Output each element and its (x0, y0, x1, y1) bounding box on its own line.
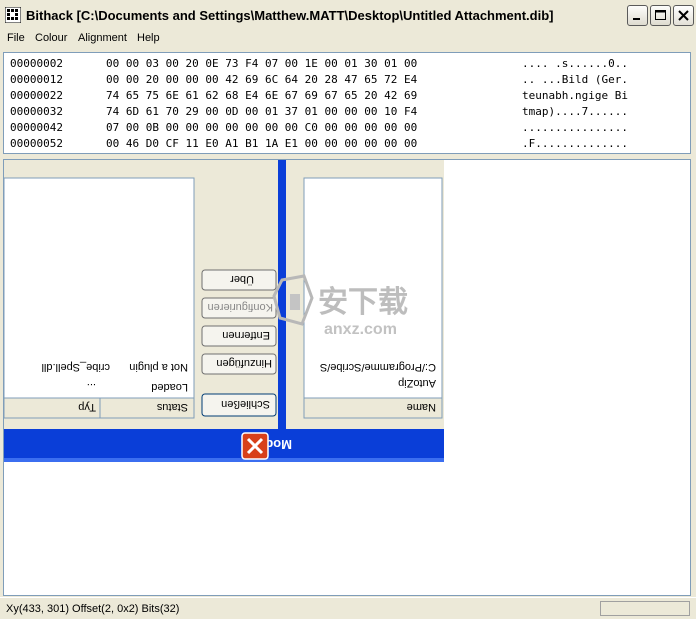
minimize-button[interactable] (627, 5, 648, 26)
watermark-chinese: 安下载 (318, 285, 408, 320)
status-list-header-status: Status (156, 401, 188, 413)
hex-offset: 00000042 (10, 121, 63, 134)
hex-bytes: 00 46 D0 CF 11 E0 A1 B1 1A E1 00 00 00 0… (106, 137, 418, 150)
status-list-header-type: Typ (78, 401, 96, 413)
status-list-cell: Loaded (151, 381, 188, 393)
app-icon (5, 7, 21, 23)
bitmap-view[interactable]: Module Name AutoZip C:/Programme/Scribe/… (3, 159, 691, 596)
hex-ascii: ................ (522, 121, 628, 134)
hex-ascii: tmap)....7...... (522, 105, 628, 118)
plugin-list-item[interactable]: C:/Programme/Scribe/S (320, 361, 436, 373)
hex-offset: 00000002 (10, 57, 63, 70)
watermark-logo: 安下载 anxz.com (272, 274, 408, 338)
close-dialog-label: Schließen (221, 398, 270, 410)
dialog-titlebar-highlight (4, 458, 444, 462)
hex-row: 00000052 00 46 D0 CF 11 E0 A1 B1 1A E1 0… (10, 137, 628, 153)
menu-bar: File Colour Alignment Help (0, 30, 696, 48)
status-text: Xy(433, 301) Offset(2, 0x2) Bits(32) (6, 603, 180, 615)
hex-ascii: .. ...Bild (Ger. (522, 73, 628, 86)
hex-bytes: 00 00 20 00 00 00 42 69 6C 64 20 28 47 6… (106, 73, 418, 86)
hex-bytes: 74 6D 61 70 29 00 0D 00 01 37 01 00 00 0… (106, 105, 418, 118)
menu-alignment[interactable]: Alignment (78, 32, 127, 44)
hex-row: 00000002 00 00 03 00 20 0E 73 F4 07 00 1… (10, 57, 628, 73)
hex-row: 00000032 74 6D 61 70 29 00 0D 00 01 37 0… (10, 105, 628, 121)
status-list-cell: cribe_Spell.dll (42, 361, 110, 373)
maximize-icon (655, 10, 666, 20)
maximize-button[interactable] (650, 5, 671, 26)
configure-label: Konfigurieren (208, 301, 273, 313)
menu-help[interactable]: Help (137, 32, 160, 44)
hex-ascii: teunabh.ngige Bi (522, 89, 628, 102)
hex-offset: 00000032 (10, 105, 63, 118)
menu-file[interactable]: File (7, 32, 25, 44)
hex-bytes: 00 00 03 00 20 0E 73 F4 07 00 1E 00 01 3… (106, 57, 418, 70)
hex-row: 00000042 07 00 0B 00 00 00 00 00 00 00 C… (10, 121, 628, 137)
hex-ascii: .F.............. (522, 137, 628, 150)
watermark-latin: anxz.com (324, 321, 397, 338)
close-button[interactable] (673, 5, 694, 26)
plugin-list-header-name: Name (407, 401, 436, 413)
watermark-lock-icon (290, 294, 300, 310)
status-list-cell: ... (87, 381, 96, 393)
window-title: Bithack [C:\Documents and Settings\Matth… (26, 8, 554, 23)
title-bar: Bithack [C:\Documents and Settings\Matth… (0, 0, 696, 31)
hex-offset: 00000052 (10, 137, 63, 150)
dialog-titlebar-bg (4, 429, 444, 462)
hex-bytes: 07 00 0B 00 00 00 00 00 00 00 C0 00 00 0… (106, 121, 418, 134)
status-pane (600, 601, 690, 616)
add-label: Hinzufügen (216, 357, 272, 369)
status-list-cell: Not a plugin (129, 361, 188, 373)
remove-label: Entfernen (222, 329, 270, 341)
about-label: Über (230, 273, 254, 285)
minimize-icon (633, 18, 640, 20)
hex-offset: 00000012 (10, 73, 63, 86)
status-bar: Xy(433, 301) Offset(2, 0x2) Bits(32) (0, 597, 696, 619)
hex-row: 00000022 74 65 75 6E 61 62 68 E4 6E 67 6… (10, 89, 628, 105)
hex-offset: 00000022 (10, 89, 63, 102)
menu-colour[interactable]: Colour (35, 32, 67, 44)
hex-row: 00000012 00 00 20 00 00 00 42 69 6C 64 2… (10, 73, 628, 89)
hex-view[interactable]: 00000002 00 00 03 00 20 0E 73 F4 07 00 1… (3, 52, 691, 154)
close-icon (678, 10, 689, 21)
hex-bytes: 74 65 75 6E 61 62 68 E4 6E 67 69 67 65 2… (106, 89, 418, 102)
plugin-list-item[interactable]: AutoZip (398, 377, 436, 389)
hex-ascii: .... .s......0.. (522, 57, 628, 70)
